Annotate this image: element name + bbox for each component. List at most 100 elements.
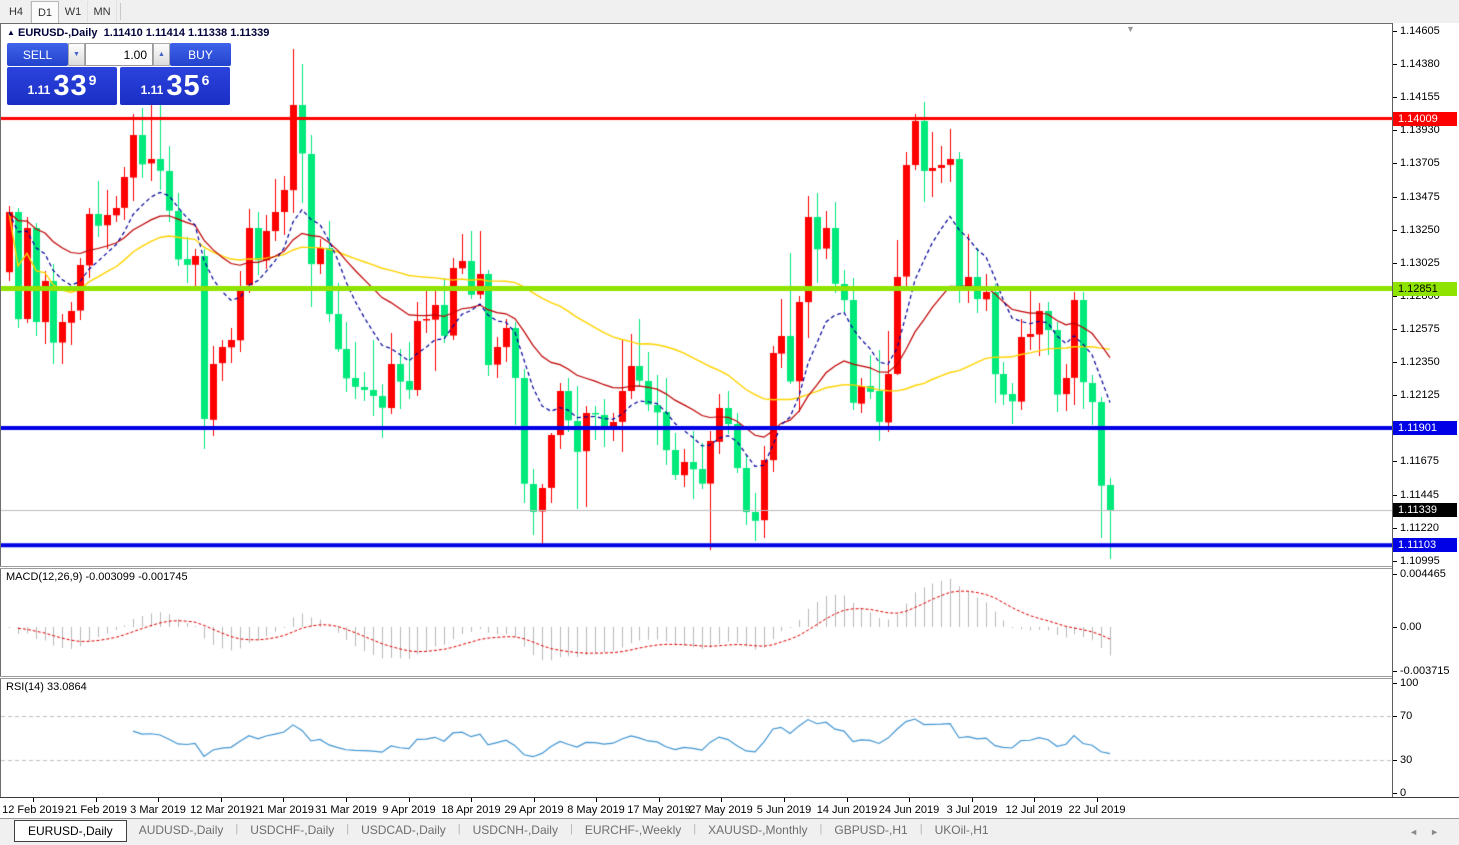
time-tick-mark: [784, 798, 785, 802]
time-tick-mark: [471, 798, 472, 802]
rsi-tick-label: 100: [1400, 677, 1418, 689]
price-tick-label: 1.13475: [1400, 191, 1440, 203]
macd-tick-label: 0.00: [1400, 621, 1421, 633]
price-tick-label: 1.13705: [1400, 157, 1440, 169]
timeframe-button-w1[interactable]: W1: [59, 1, 88, 22]
time-tick-mark: [721, 798, 722, 802]
axis-tick-mark: [1393, 230, 1397, 231]
axis-tick-mark: [1393, 683, 1397, 684]
chart-tab-bar: EURUSD-,DailyAUDUSD-,Daily|USDCHF-,Daily…: [0, 818, 1459, 845]
axis-tick-mark: [1393, 716, 1397, 717]
sell-button[interactable]: SELL: [7, 43, 68, 66]
tab-scroll-right-icon[interactable]: ►: [1430, 827, 1451, 837]
time-tick-mark: [1097, 798, 1098, 802]
chart-tab-audusd-daily[interactable]: AUDUSD-,Daily: [127, 819, 236, 841]
axis-tick-mark: [1393, 197, 1397, 198]
price-chart-canvas[interactable]: [1, 24, 1393, 566]
date-label: 31 Mar 2019: [315, 804, 377, 816]
one-click-trading-panel: SELL ▼ 1.00 ▲ BUY 1.11 33 9 1.11 35 6: [7, 43, 231, 105]
date-label: 21 Mar 2019: [252, 804, 314, 816]
time-tick-mark: [1034, 798, 1035, 802]
volume-increase-button[interactable]: ▲: [153, 43, 170, 66]
axis-tick-mark: [1393, 395, 1397, 396]
date-label: 5 Jun 2019: [757, 804, 811, 816]
chart-tab-usdcad-daily[interactable]: USDCAD-,Daily: [349, 819, 458, 841]
time-tick-mark: [346, 798, 347, 802]
date-label: 3 Jul 2019: [947, 804, 998, 816]
macd-indicator-canvas[interactable]: [1, 569, 1393, 676]
price-tick-label: 1.11220: [1400, 522, 1439, 534]
chart-tab-gbpusd-h1[interactable]: GBPUSD-,H1: [822, 819, 919, 841]
time-tick-mark: [596, 798, 597, 802]
axis-tick-mark: [1393, 461, 1397, 462]
axis-tick-mark: [1393, 627, 1397, 628]
top-toolbar: H4D1W1MN: [0, 0, 1459, 24]
date-label: 9 Apr 2019: [382, 804, 435, 816]
chart-shift-marker-icon[interactable]: ▼: [1126, 24, 1135, 34]
rsi-indicator-canvas[interactable]: [1, 679, 1393, 797]
chart-tab-usdcnh-daily[interactable]: USDCNH-,Daily: [461, 819, 570, 841]
timeframe-button-mn[interactable]: MN: [88, 1, 117, 22]
price-tick-label: 1.14380: [1400, 58, 1440, 70]
chart-symbol-label: EURUSD-,Daily: [18, 27, 97, 39]
price-level-badge: 1.11339: [1393, 503, 1457, 517]
buy-price-big: 35: [166, 70, 200, 103]
price-level-badge: 1.11103: [1393, 538, 1457, 552]
time-tick-mark: [221, 798, 222, 802]
timeframe-button-d1[interactable]: D1: [31, 1, 59, 24]
time-tick-mark: [283, 798, 284, 802]
date-label: 22 Jul 2019: [1069, 804, 1126, 816]
price-level-badge: 1.14009: [1393, 112, 1457, 126]
axis-tick-mark: [1393, 263, 1397, 264]
axis-tick-mark: [1393, 495, 1397, 496]
axis-tick-mark: [1393, 31, 1397, 32]
chart-tab-eurusd-daily[interactable]: EURUSD-,Daily: [14, 820, 127, 842]
time-tick-mark: [409, 798, 410, 802]
date-label: 12 Mar 2019: [190, 804, 252, 816]
time-tick-mark: [909, 798, 910, 802]
price-level-badge: 1.12851: [1393, 282, 1457, 296]
buy-price-tile[interactable]: 1.11 35 6: [120, 67, 230, 105]
time-tick-mark: [847, 798, 848, 802]
price-axis[interactable]: 1.146051.143801.141551.139301.137051.134…: [1393, 23, 1459, 797]
date-label: 27 May 2019: [689, 804, 753, 816]
time-tick-mark: [534, 798, 535, 802]
chart-title: ▲ EURUSD-,Daily 1.11410 1.11414 1.11338 …: [7, 27, 269, 39]
axis-tick-mark: [1393, 362, 1397, 363]
date-label: 21 Feb 2019: [65, 804, 127, 816]
time-tick-mark: [96, 798, 97, 802]
price-tick-label: 1.12350: [1400, 356, 1440, 368]
axis-tick-mark: [1393, 574, 1397, 575]
price-tick-label: 1.13250: [1400, 224, 1440, 236]
date-label: 8 May 2019: [567, 804, 624, 816]
price-tick-label: 1.14155: [1400, 91, 1440, 103]
time-tick-mark: [659, 798, 660, 802]
toolbar-separator: [120, 3, 121, 20]
axis-tick-mark: [1393, 561, 1397, 562]
time-axis[interactable]: 12 Feb 201921 Feb 20193 Mar 201912 Mar 2…: [0, 797, 1459, 819]
buy-button[interactable]: BUY: [170, 43, 231, 66]
axis-separator-line: [1392, 23, 1393, 797]
macd-indicator-label: MACD(12,26,9) -0.003099 -0.001745: [6, 571, 188, 583]
chart-tab-usdchf-daily[interactable]: USDCHF-,Daily: [238, 819, 346, 841]
price-tick-label: 1.11445: [1400, 489, 1439, 501]
chart-tab-ukoil-h1[interactable]: UKOil-,H1: [923, 819, 1001, 841]
tab-scroll-left-icon[interactable]: ◄: [1409, 827, 1430, 837]
sell-price-tile[interactable]: 1.11 33 9: [7, 67, 117, 105]
macd-rsi-separator[interactable]: [0, 676, 1459, 679]
price-macd-separator[interactable]: [0, 566, 1459, 569]
chart-tab-xauusd-monthly[interactable]: XAUUSD-,Monthly: [696, 819, 819, 841]
collapse-triangle-icon[interactable]: ▲: [7, 28, 15, 37]
axis-tick-mark: [1393, 671, 1397, 672]
timeframe-button-h4[interactable]: H4: [2, 1, 31, 22]
axis-tick-mark: [1393, 163, 1397, 164]
chart-tab-eurchf-weekly[interactable]: EURCHF-,Weekly: [573, 819, 693, 841]
volume-decrease-button[interactable]: ▼: [68, 43, 85, 66]
macd-tick-label: -0.003715: [1400, 665, 1450, 677]
time-tick-mark: [972, 798, 973, 802]
volume-input[interactable]: 1.00: [85, 43, 153, 66]
buy-price-prefix: 1.11: [141, 83, 164, 97]
time-tick-mark: [33, 798, 34, 802]
tab-scroll-arrows: ◄►: [1409, 827, 1451, 837]
axis-tick-mark: [1393, 528, 1397, 529]
